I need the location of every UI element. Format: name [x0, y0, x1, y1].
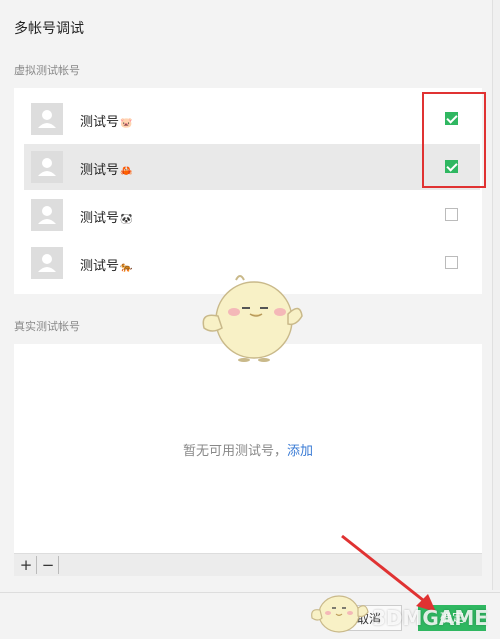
- virtual-account-row[interactable]: 测试号🦀: [24, 144, 480, 190]
- virtual-accounts-label: 虚拟测试帐号: [14, 64, 80, 77]
- account-name: 测试号🐷: [80, 115, 133, 130]
- crab-emoji-icon: 🦀: [120, 166, 133, 177]
- toolbar-divider: [36, 556, 37, 574]
- account-checkbox[interactable]: [445, 208, 458, 221]
- account-name: 测试号🐅: [80, 259, 133, 274]
- watermark-logo: 3DMGAME: [372, 606, 488, 630]
- account-checkbox[interactable]: [445, 256, 458, 269]
- toolbar-divider: [58, 556, 59, 574]
- account-list-toolbar: + −: [14, 553, 482, 576]
- add-button[interactable]: +: [16, 554, 36, 576]
- dialog-title: 多帐号调试: [14, 21, 84, 37]
- real-accounts-label: 真实测试帐号: [14, 320, 80, 333]
- annotation-highlight-box: [422, 92, 486, 188]
- account-name: 测试号🦀: [80, 163, 133, 178]
- avatar: [31, 247, 63, 279]
- empty-state-message: 暂无可用测试号，添加: [182, 444, 314, 459]
- user-placeholder-icon: [38, 254, 56, 272]
- virtual-account-row[interactable]: 测试号🐼: [24, 192, 480, 238]
- avatar: [31, 103, 63, 135]
- multi-account-debug-dialog: 多帐号调试 虚拟测试帐号 测试号🐷 测试号🦀 测试号🐼 测试号🐅 真实测试帐号 …: [0, 0, 500, 639]
- user-placeholder-icon: [38, 110, 56, 128]
- add-account-link[interactable]: 添加: [287, 444, 313, 459]
- virtual-account-row[interactable]: 测试号🐅: [24, 240, 480, 286]
- user-placeholder-icon: [38, 206, 56, 224]
- avatar: [31, 199, 63, 231]
- scrollbar[interactable]: [492, 0, 500, 590]
- remove-button[interactable]: −: [38, 554, 58, 576]
- virtual-account-row[interactable]: 测试号🐷: [24, 96, 480, 142]
- user-placeholder-icon: [38, 158, 56, 176]
- pig-emoji-icon: 🐷: [120, 118, 133, 129]
- real-accounts-panel: 暂无可用测试号，添加: [14, 344, 482, 553]
- avatar: [31, 151, 63, 183]
- account-name: 测试号🐼: [80, 211, 133, 226]
- tiger-emoji-icon: 🐅: [120, 262, 133, 273]
- panda-emoji-icon: 🐼: [120, 214, 133, 225]
- virtual-accounts-panel: 测试号🐷 测试号🦀 测试号🐼 测试号🐅: [14, 88, 482, 294]
